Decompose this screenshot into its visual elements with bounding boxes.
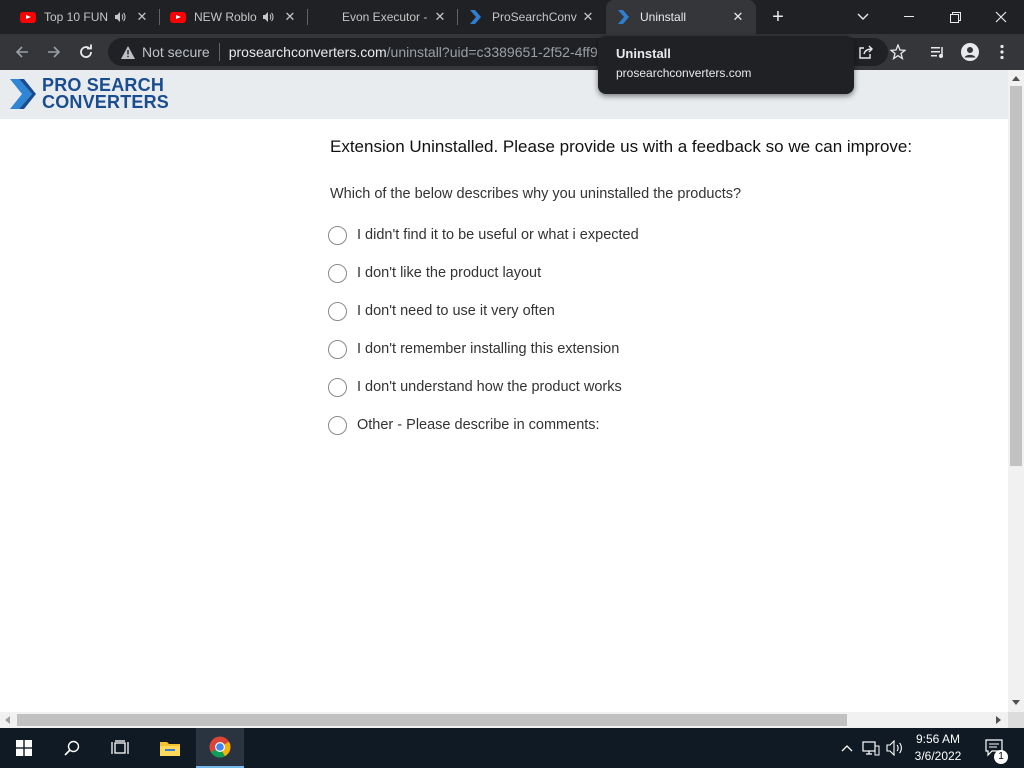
prosearch-logo-icon [10, 79, 36, 109]
reason-option[interactable]: I don't like the product layout [328, 254, 639, 292]
share-icon[interactable] [854, 40, 878, 64]
url-host: prosearchconverters.com [228, 44, 387, 60]
forward-button[interactable] [42, 40, 66, 64]
warning-icon[interactable] [120, 44, 136, 60]
logo-text: PRO SEARCH CONVERTERS [42, 76, 170, 112]
tab-uninstall[interactable]: Uninstall ✕ [606, 0, 756, 34]
tab-title: Uninstall [640, 10, 687, 24]
reason-label[interactable]: I don't remember installing this extensi… [357, 341, 619, 357]
close-window-button[interactable] [978, 0, 1024, 34]
survey-question: Which of the below describes why you uni… [330, 186, 742, 202]
tab-prosearchconv[interactable]: ProSearchConv ✕ [458, 0, 606, 34]
radio-button[interactable] [328, 225, 347, 245]
hover-card-domain: prosearchconverters.com [616, 66, 752, 80]
vertical-scroll-thumb[interactable] [1010, 86, 1022, 466]
radio-button[interactable] [328, 339, 347, 359]
youtube-icon [20, 9, 36, 25]
radio-button[interactable] [328, 301, 347, 321]
prosearch-icon [616, 9, 632, 25]
task-view-icon[interactable] [96, 728, 144, 768]
search-icon[interactable] [48, 728, 96, 768]
tab-title: Evon Executor - [342, 10, 428, 24]
profile-icon[interactable] [958, 40, 982, 64]
radio-button[interactable] [328, 263, 347, 283]
network-icon[interactable] [860, 728, 882, 768]
reason-label[interactable]: Other - Please describe in comments: [357, 417, 600, 433]
tab-evon-executor[interactable]: Evon Executor - ✕ [308, 0, 458, 34]
back-button[interactable] [10, 40, 34, 64]
close-tab-icon[interactable]: ✕ [730, 9, 746, 25]
youtube-icon [170, 9, 186, 25]
reason-option[interactable]: Other - Please describe in comments: [328, 406, 639, 444]
scroll-right-arrow-icon[interactable] [996, 716, 1001, 724]
file-explorer-icon[interactable] [146, 728, 194, 768]
tab-strip: Top 10 FUN ✕ NEW Roblo ✕ Evon Executor -… [0, 0, 1024, 34]
site-logo[interactable]: PRO SEARCH CONVERTERS [10, 76, 170, 112]
tab-title: Top 10 FUN [44, 10, 109, 24]
radio-button[interactable] [328, 377, 347, 397]
tab-top10[interactable]: Top 10 FUN ✕ [10, 0, 160, 34]
hover-card-title: Uninstall [616, 46, 671, 61]
reason-option[interactable]: I don't remember installing this extensi… [328, 330, 639, 368]
taskbar-clock[interactable]: 9:56 AM 3/6/2022 [908, 731, 968, 765]
tab-search-icon[interactable] [840, 0, 886, 34]
site-header: PRO SEARCH CONVERTERS [0, 70, 1008, 119]
tab-new-roblox[interactable]: NEW Roblo ✕ [160, 0, 308, 34]
reason-label[interactable]: I don't need to use it very often [357, 303, 555, 319]
browser-toolbar: Not secure prosearchconverters.com/unins… [0, 34, 1024, 70]
notification-count-badge: 1 [994, 750, 1008, 764]
tab-title: ProSearchConv [492, 10, 577, 24]
scroll-left-arrow-icon[interactable] [5, 716, 10, 724]
minimize-button[interactable] [886, 0, 932, 34]
reload-button[interactable] [74, 40, 98, 64]
restore-button[interactable] [932, 0, 978, 34]
speaker-icon[interactable] [112, 9, 128, 25]
omnibox-divider [218, 43, 220, 61]
reason-option[interactable]: I didn't find it to be useful or what i … [328, 216, 639, 254]
reason-label[interactable]: I don't understand how the product works [357, 379, 622, 395]
new-tab-button[interactable]: + [766, 5, 790, 29]
scroll-down-arrow-icon[interactable] [1012, 700, 1020, 705]
close-tab-icon[interactable]: ✕ [282, 9, 298, 25]
close-tab-icon[interactable]: ✕ [580, 9, 596, 25]
page-viewport: PRO SEARCH CONVERTERS Extension Uninstal… [0, 70, 1008, 712]
security-label[interactable]: Not secure [142, 44, 210, 60]
reason-label[interactable]: I don't like the product layout [357, 265, 541, 281]
show-hidden-icons-icon[interactable] [838, 728, 856, 768]
menu-kebab-icon[interactable] [990, 40, 1014, 64]
media-control-icon[interactable] [926, 40, 950, 64]
reason-label[interactable]: I didn't find it to be useful or what i … [357, 227, 639, 243]
tab-hover-card: Uninstall prosearchconverters.com [598, 36, 854, 94]
radio-button[interactable] [328, 415, 347, 435]
windows-taskbar: 9:56 AM 3/6/2022 1 [0, 728, 1024, 768]
prosearch-icon [468, 9, 484, 25]
volume-icon[interactable] [884, 728, 906, 768]
close-tab-icon[interactable]: ✕ [134, 9, 150, 25]
close-tab-icon[interactable]: ✕ [432, 9, 448, 25]
reason-option[interactable]: I don't need to use it very often [328, 292, 639, 330]
uninstall-reasons-group: I didn't find it to be useful or what i … [328, 216, 639, 444]
notification-center-icon[interactable]: 1 [980, 728, 1010, 768]
chrome-icon[interactable] [196, 728, 244, 768]
clock-time: 9:56 AM [915, 732, 961, 746]
horizontal-scroll-thumb[interactable] [17, 714, 847, 726]
logo-line-2: CONVERTERS [42, 92, 170, 112]
reason-option[interactable]: I don't understand how the product works [328, 368, 639, 406]
clock-date: 3/6/2022 [914, 749, 962, 763]
scrollbar-corner [1008, 712, 1024, 728]
scroll-up-arrow-icon[interactable] [1012, 76, 1020, 81]
url-path: /uninstall?uid=c3389651-2f52-4ff9 [386, 44, 598, 60]
page-title: Extension Uninstalled. Please provide us… [330, 137, 913, 156]
speaker-icon[interactable] [260, 9, 276, 25]
tab-title: NEW Roblo [194, 10, 257, 24]
bookmark-star-icon[interactable] [886, 40, 910, 64]
windows-start-icon[interactable] [0, 728, 48, 768]
